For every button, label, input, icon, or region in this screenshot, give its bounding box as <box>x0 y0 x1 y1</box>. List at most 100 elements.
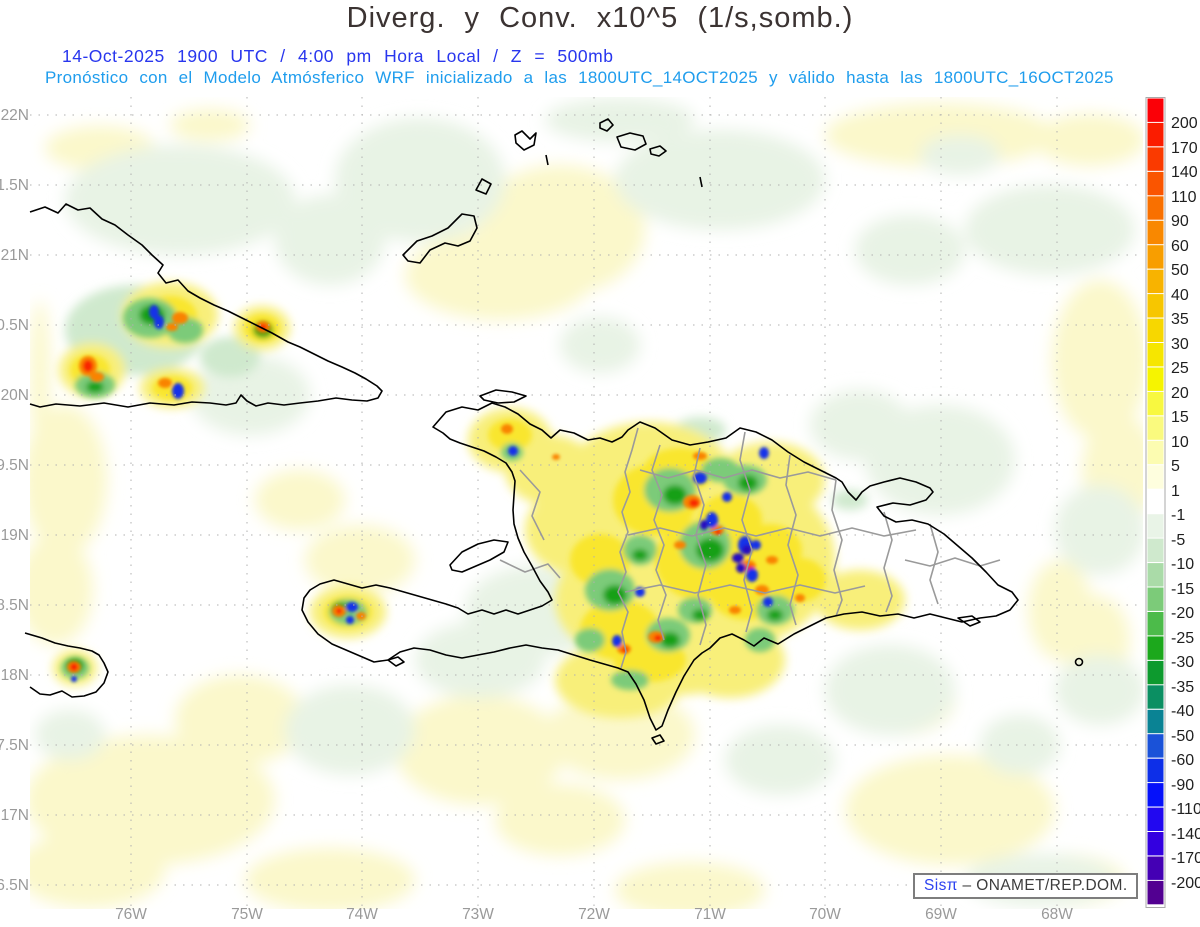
colorbar-label: -200 <box>1171 875 1200 892</box>
colorbar-label: -60 <box>1171 752 1194 769</box>
colorbar-cell <box>1147 147 1164 171</box>
colorbar-cell <box>1147 416 1164 440</box>
colorbar-cell <box>1147 171 1164 196</box>
colorbar-cell <box>1147 807 1164 831</box>
colorbar-cell <box>1147 783 1164 807</box>
colorbar-cell <box>1147 660 1164 685</box>
colorbar-label: 10 <box>1171 434 1189 451</box>
colorbar-label: -1 <box>1171 507 1185 524</box>
lat-tick-label: 21N <box>1 247 29 264</box>
colorbar-label: -15 <box>1171 581 1194 598</box>
lat-tick-label: 8.5N <box>0 597 29 614</box>
colorbar-label: 25 <box>1171 360 1189 377</box>
colorbar-cell <box>1147 122 1164 147</box>
colorbar-label: -140 <box>1171 826 1200 843</box>
colorbar-cell <box>1147 612 1164 636</box>
colorbar-cell <box>1147 514 1164 538</box>
colorbar-label: -10 <box>1171 556 1194 573</box>
colorbar-cell <box>1147 391 1164 416</box>
credit-logo: Sisπ <box>924 877 958 894</box>
colorbar-label: -5 <box>1171 532 1185 549</box>
lon-tick-label: 72W <box>578 906 610 923</box>
colorbar-label: -50 <box>1171 728 1194 745</box>
colorbar-label: 15 <box>1171 409 1189 426</box>
colorbar-label: 50 <box>1171 262 1189 279</box>
lat-tick-label: 19N <box>1 527 29 544</box>
colorbar-label: -170 <box>1171 850 1200 867</box>
lon-tick-label: 76W <box>115 906 147 923</box>
colorbar-cells <box>1147 98 1164 905</box>
map-canvas: 22N 1.5N 21N 0.5N 20N 9.5N 19N 8.5N 18N … <box>0 97 1200 923</box>
colorbar-cell <box>1147 685 1164 709</box>
colorbar-label: -20 <box>1171 605 1194 622</box>
lat-tick-label: 17N <box>1 807 29 824</box>
colorbar-label: -35 <box>1171 679 1194 696</box>
colorbar-label: 110 <box>1171 189 1197 206</box>
weather-map-page: Diverg. y Conv. x10^5 (1/s,somb.) 14-Oct… <box>0 0 1200 927</box>
page-title: Diverg. y Conv. x10^5 (1/s,somb.) <box>346 2 854 34</box>
colorbar-label: 5 <box>1171 458 1180 475</box>
colorbar-label: 30 <box>1171 336 1189 353</box>
colorbar-label: 35 <box>1171 311 1189 328</box>
colorbar-cell <box>1147 734 1164 758</box>
colorbar-label: 170 <box>1171 140 1198 157</box>
lon-tick-label: 74W <box>346 906 378 923</box>
colorbar-label: 200 <box>1171 115 1198 132</box>
colorbar-cell <box>1147 220 1164 245</box>
colorbar-label: 1 <box>1171 483 1180 500</box>
colorbar-cell <box>1147 538 1164 562</box>
colorbar-cell <box>1147 832 1164 856</box>
colorbar-cell <box>1147 196 1164 220</box>
lat-tick-label: 20N <box>1 387 29 404</box>
colorbar-label: -110 <box>1171 801 1200 818</box>
colorbar-labels: 200 170 140 110 90 60 50 40 35 30 25 20 … <box>1171 115 1200 892</box>
colorbar-cell <box>1147 880 1164 905</box>
coast-gonave <box>449 539 509 573</box>
credit-text: – ONAMET/REP.DOM. <box>962 877 1128 894</box>
colorbar-cell <box>1147 758 1164 783</box>
colorbar-cell <box>1147 709 1164 734</box>
lat-tick-label: 22N <box>1 107 29 124</box>
colorbar-cell <box>1147 269 1164 294</box>
colorbar-cell <box>1147 245 1164 269</box>
lat-tick-label: 1.5N <box>0 177 29 194</box>
colorbar-label: 90 <box>1171 213 1189 230</box>
lon-tick-label: 75W <box>231 906 263 923</box>
colorbar-cell <box>1147 367 1164 391</box>
colorbar-label: -90 <box>1171 777 1194 794</box>
colorbar-label: 60 <box>1171 238 1189 255</box>
colorbar: 200 170 140 110 90 60 50 40 35 30 25 20 … <box>1145 97 1200 908</box>
colorbar-label: -30 <box>1171 654 1194 671</box>
colorbar-cell <box>1147 98 1164 122</box>
lat-tick-label: 7.5N <box>0 737 29 754</box>
colorbar-cell <box>1147 636 1164 660</box>
colorbar-cell <box>1147 587 1164 611</box>
lon-tick-label: 71W <box>694 906 726 923</box>
lat-tick-label: 9.5N <box>0 457 29 474</box>
divergence-field <box>30 98 1143 909</box>
credit-box: Sisπ – ONAMET/REP.DOM. <box>913 873 1138 899</box>
lon-tick-label: 70W <box>809 906 841 923</box>
lat-tick-label: 6.5N <box>0 877 29 894</box>
colorbar-cell <box>1147 465 1164 489</box>
colorbar-label: -25 <box>1171 630 1194 647</box>
colorbar-label: 140 <box>1171 164 1198 181</box>
colorbar-label: 20 <box>1171 385 1189 402</box>
lat-axis: 22N 1.5N 21N 0.5N 20N 9.5N 19N 8.5N 18N … <box>0 107 29 894</box>
colorbar-label: -40 <box>1171 703 1194 720</box>
colorbar-cell <box>1147 440 1164 465</box>
lon-tick-label: 69W <box>925 906 957 923</box>
colorbar-cell <box>1147 318 1164 342</box>
colorbar-cell <box>1147 856 1164 880</box>
datetime-line: 14-Oct-2025 1900 UTC / 4:00 pm Hora Loca… <box>62 46 614 66</box>
lon-tick-label: 68W <box>1041 906 1073 923</box>
lat-tick-label: 18N <box>1 667 29 684</box>
colorbar-cell <box>1147 294 1164 318</box>
lon-tick-label: 73W <box>462 906 494 923</box>
colorbar-cell <box>1147 563 1164 587</box>
model-line: Pronóstico con el Modelo Atmósferico WRF… <box>45 68 1114 87</box>
lon-axis: 76W 75W 74W 73W 72W 71W 70W 69W 68W <box>115 906 1073 923</box>
colorbar-label: 40 <box>1171 287 1189 304</box>
lat-tick-label: 0.5N <box>0 317 29 334</box>
coast-tortuga <box>479 389 527 404</box>
